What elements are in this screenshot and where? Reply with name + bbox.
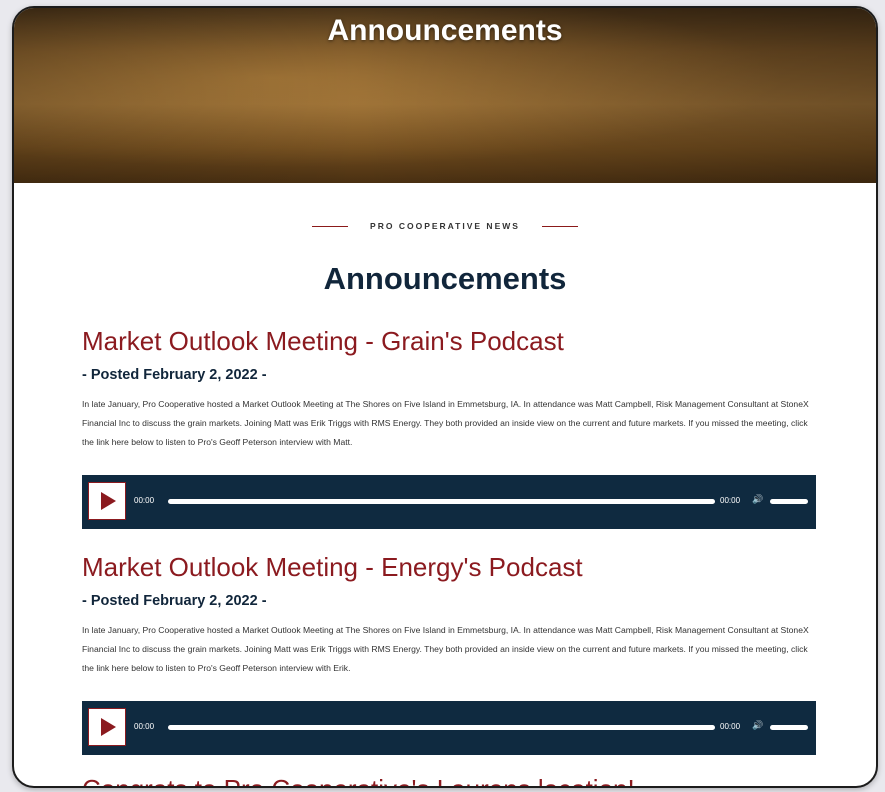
volume-icon[interactable]: 🔊	[752, 494, 763, 505]
hero-title: Announcements	[327, 14, 563, 47]
volume-slider[interactable]	[770, 725, 808, 730]
post-date: - Posted February 2, 2022 -	[82, 593, 267, 609]
post-date: - Posted February 2, 2022 -	[82, 367, 267, 383]
section-title: Announcements	[323, 261, 567, 296]
duration: 00:00	[720, 722, 741, 731]
post-body: In late January, Pro Cooperative hosted …	[82, 399, 809, 447]
play-button[interactable]	[88, 708, 126, 746]
play-button[interactable]	[88, 482, 126, 520]
play-icon	[101, 492, 116, 510]
current-time: 00:00	[134, 722, 155, 731]
post-laurens: Congrats to Pro Cooperative's Laurens lo…	[82, 773, 816, 786]
progress-track[interactable]	[168, 725, 715, 730]
hero-banner: Announcements	[14, 8, 876, 183]
volume-icon[interactable]: 🔊	[752, 720, 763, 731]
eyebrow-text: PRO COOPERATIVE NEWS	[370, 221, 520, 231]
browser-frame: Announcements PRO COOPERATIVE NEWS Annou…	[12, 6, 878, 788]
audio-player: 00:00 00:00 🔊	[82, 475, 816, 529]
post-energy-podcast: Market Outlook Meeting - Energy's Podcas…	[82, 551, 816, 755]
current-time: 00:00	[134, 496, 155, 505]
eyebrow-left-line	[312, 225, 349, 227]
volume-slider[interactable]	[770, 499, 808, 504]
post-grain-podcast: Market Outlook Meeting - Grain's Podcast…	[82, 325, 816, 529]
post-title[interactable]: Market Outlook Meeting - Energy's Podcas…	[82, 551, 816, 583]
eyebrow: PRO COOPERATIVE NEWS	[14, 221, 876, 231]
play-icon	[101, 718, 116, 736]
eyebrow-right-line	[541, 225, 578, 227]
post-title[interactable]: Congrats to Pro Cooperative's Laurens lo…	[82, 773, 816, 786]
duration: 00:00	[720, 496, 741, 505]
post-title[interactable]: Market Outlook Meeting - Grain's Podcast	[82, 325, 816, 357]
audio-player: 00:00 00:00 🔊	[82, 701, 816, 755]
progress-track[interactable]	[168, 499, 715, 504]
post-body: In late January, Pro Cooperative hosted …	[82, 625, 809, 673]
